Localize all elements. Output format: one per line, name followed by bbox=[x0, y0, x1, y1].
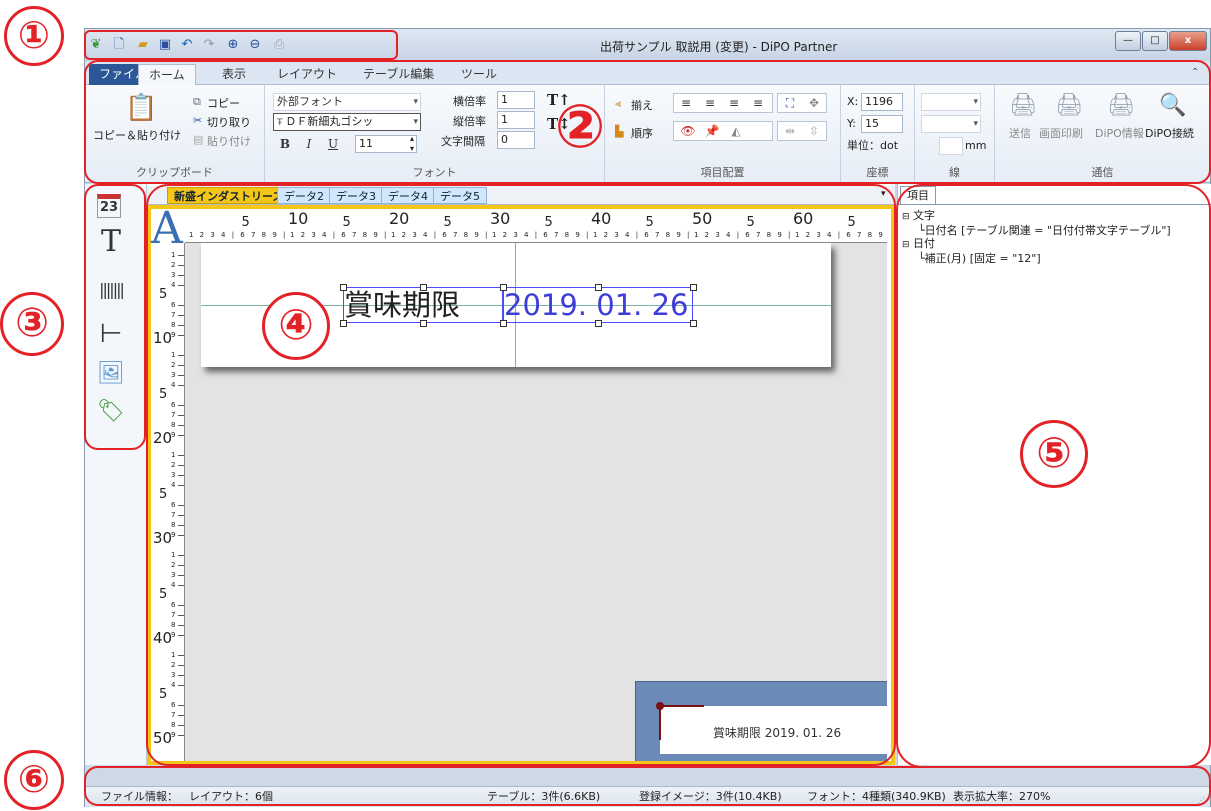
annotation-number-5: ⑤ bbox=[1020, 420, 1088, 488]
annotation-number-4: ④ bbox=[262, 292, 330, 360]
annotation-number-1: ① bbox=[4, 6, 64, 66]
minimize-button[interactable]: — bbox=[1115, 31, 1141, 51]
annotation-number-2: ② bbox=[554, 92, 606, 162]
window-title: 出荷サンプル 取説用 (変更) - DiPO Partner bbox=[600, 40, 838, 54]
annotation-frame-2 bbox=[84, 60, 1211, 184]
close-button[interactable]: x bbox=[1169, 31, 1207, 51]
annotation-frame-6 bbox=[84, 766, 1211, 806]
maximize-button[interactable]: □ bbox=[1142, 31, 1168, 51]
annotation-number-6: ⑥ bbox=[4, 750, 64, 810]
annotation-number-3: ③ bbox=[0, 292, 64, 356]
annotation-frame-1 bbox=[84, 30, 398, 60]
annotation-frame-3 bbox=[84, 184, 146, 450]
annotation-frame-4 bbox=[146, 184, 896, 766]
